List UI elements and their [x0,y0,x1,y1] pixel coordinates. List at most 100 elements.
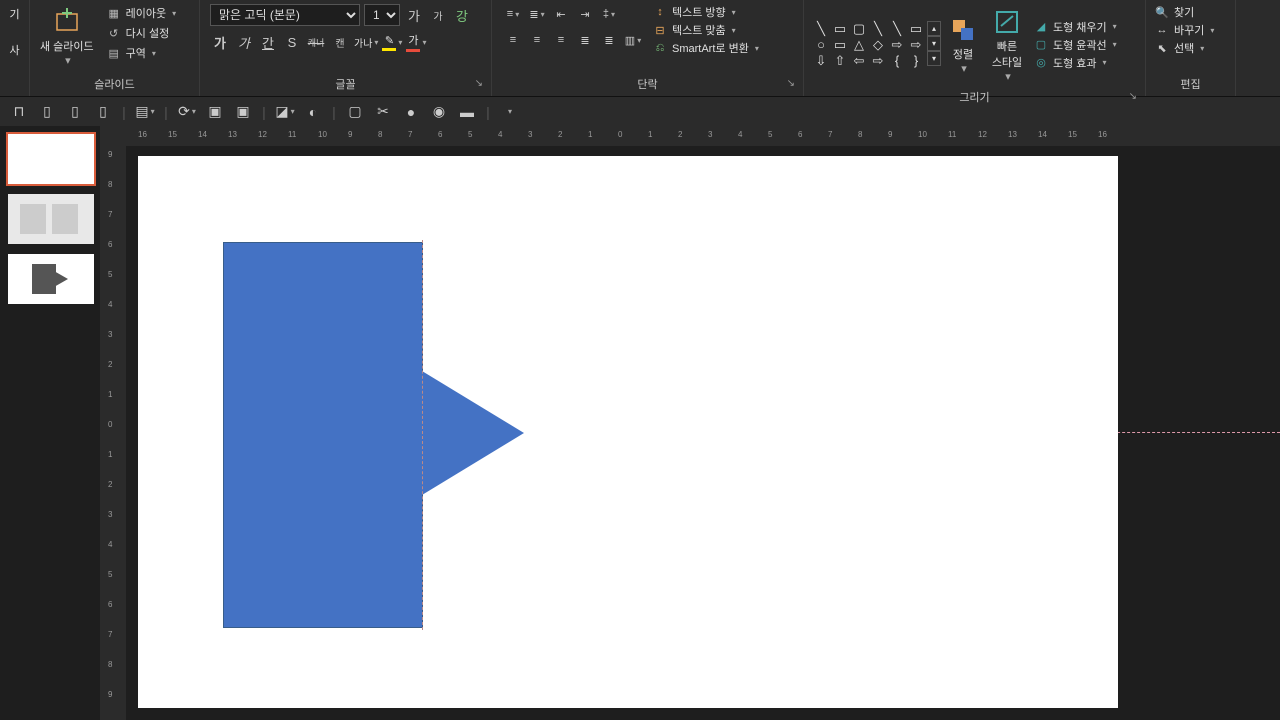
qat-merge[interactable]: ◪▾ [274,101,296,123]
qat-btn[interactable]: ◉ [428,101,450,123]
qat-btn[interactable]: ▣ [232,101,254,123]
draw-dialog-launcher[interactable]: ↘ [1129,91,1137,102]
shape-opt[interactable]: { [888,53,906,69]
clipboard-copy-small[interactable]: 사 [9,42,19,58]
group-label-drawing: 그리기 [959,92,989,104]
increase-indent-button[interactable]: ⇥ [574,4,596,24]
layout-button[interactable]: ▦레이아웃▾ [104,4,179,22]
shape-opt[interactable]: △ [850,37,868,53]
clipboard-paste-small[interactable]: 기 [9,6,19,22]
qat-more[interactable]: ▾ [498,101,520,123]
shape-opt[interactable]: ▭ [907,21,925,37]
shape-opt[interactable]: ⇧ [831,53,849,69]
chevron-down-icon: ▾ [1113,22,1117,31]
shape-opt[interactable]: ⇩ [812,53,830,69]
align-right-button[interactable]: ≡ [550,30,572,50]
smartart-convert-button[interactable]: ⎌SmartArt로 변환▾ [652,40,759,56]
font-size-select[interactable]: 18 [364,4,400,26]
shrink-font-button[interactable]: 가 [428,5,448,25]
chevron-down-icon: ▾ [961,62,967,75]
select-button[interactable]: ⬉선택▾ [1154,40,1214,56]
bullets-button[interactable]: ≡▾ [502,4,524,24]
slide-canvas[interactable] [138,156,1118,708]
shape-opt[interactable]: ╲ [888,21,906,37]
shape-opt[interactable]: ▢ [850,21,868,37]
shape-opt[interactable]: ○ [812,37,830,53]
slide-thumbnail-1[interactable] [8,134,94,184]
bold-button[interactable]: 가 [210,32,230,52]
chevron-down-icon: ▾ [541,10,545,19]
shape-rectangle[interactable] [223,242,423,628]
strike-button[interactable]: 캐너 [306,32,326,52]
qat-crop[interactable]: ✂ [372,101,394,123]
text-direction-button[interactable]: ↕텍스트 방향▾ [652,4,759,20]
reset-button[interactable]: ↺다시 설정 [104,24,179,42]
shape-fill-button[interactable]: ◢도형 채우기▾ [1033,19,1117,35]
decrease-indent-button[interactable]: ⇤ [550,4,572,24]
shape-triangle[interactable] [422,371,524,495]
shape-opt[interactable]: ⇨ [907,37,925,53]
slide-thumbnail-3[interactable] [8,254,94,304]
distribute-button[interactable]: ≣ [598,30,620,50]
align-left-button[interactable]: ≡ [502,30,524,50]
columns-button[interactable]: ▥▾ [622,30,644,50]
align-center-button[interactable]: ≡ [526,30,548,50]
chevron-down-icon: ▾ [732,26,736,35]
align-justify-button[interactable]: ≣ [574,30,596,50]
numbering-button[interactable]: ≣▾ [526,4,548,24]
chevron-down-icon: ▾ [515,10,519,19]
slide-thumbnail-panel[interactable] [0,126,100,720]
font-dialog-launcher[interactable]: ↘ [475,78,483,89]
underline-button[interactable]: 간 [258,32,278,52]
arrange-button[interactable]: 정렬▾ [941,10,985,79]
qat-btn[interactable]: ⊓ [8,101,30,123]
find-button[interactable]: 🔍찾기 [1154,4,1214,20]
slide-thumbnail-2[interactable] [8,194,94,244]
strike2-button[interactable]: 캔 [330,32,350,52]
shapes-gallery[interactable]: ╲▭▢╲╲▭ ○▭△◇⇨⇨ ⇩⇧⇦⇨{} [812,21,925,69]
shape-opt[interactable]: ▭ [831,21,849,37]
quick-styles-button[interactable]: 빠른 스타일▾ [985,2,1029,87]
font-color-button[interactable]: 가 ▾ [406,32,426,52]
qat-btn[interactable]: ▬ [456,101,478,123]
shape-effects-button[interactable]: ◎도형 효과▾ [1033,55,1117,71]
shape-opt[interactable]: ╲ [869,21,887,37]
qat-btn[interactable]: ▯ [92,101,114,123]
qat-btn[interactable]: ▣ [204,101,226,123]
text-align-button[interactable]: ⊟텍스트 맞춤▾ [652,22,759,38]
shadow-button[interactable]: S [282,32,302,52]
gallery-up[interactable]: ▴ [927,21,941,36]
new-slide-button[interactable]: 새 슬라이드 ▾ [34,2,100,71]
para-dialog-launcher[interactable]: ↘ [787,78,795,89]
shape-opt[interactable]: ⇦ [850,53,868,69]
grow-font-button[interactable]: 가 [404,5,424,25]
replace-icon: ↔ [1154,22,1170,38]
line-spacing-button[interactable]: ‡▾ [598,4,620,24]
vertical-guide [422,240,423,630]
qat-btn[interactable]: ◐ [302,101,324,123]
clear-format-button[interactable]: 강 [452,5,472,25]
section-button[interactable]: ▤구역▾ [104,44,179,62]
qat-align[interactable]: ▤▾ [134,101,156,123]
qat-btn[interactable]: ● [400,101,422,123]
char-spacing-button[interactable]: 가나▾ [354,35,378,50]
gallery-down[interactable]: ▾ [927,36,941,51]
highlight-color-button[interactable]: ✎ ▾ [382,34,402,51]
shape-opt[interactable]: ⇨ [888,37,906,53]
gallery-more[interactable]: ▾ [927,51,941,66]
shape-opt[interactable]: ╲ [812,21,830,37]
shape-opt[interactable]: ▭ [831,37,849,53]
canvas-area[interactable]: 1615141312111098765432101234567891011121… [126,126,1280,720]
shape-opt[interactable]: ◇ [869,37,887,53]
qat-btn[interactable]: ▯ [36,101,58,123]
qat-btn[interactable]: ▢ [344,101,366,123]
font-name-select[interactable]: 맑은 고딕 (본문) [210,4,360,26]
qat-btn[interactable]: ▯ [64,101,86,123]
shape-opt[interactable]: } [907,53,925,69]
shape-opt[interactable]: ⇨ [869,53,887,69]
italic-button[interactable]: 가 [234,32,254,52]
shape-outline-button[interactable]: ▢도형 윤곽선▾ [1033,37,1117,53]
chevron-down-icon: ▾ [152,49,156,58]
qat-rotate[interactable]: ⟳▾ [176,101,198,123]
replace-button[interactable]: ↔바꾸기▾ [1154,22,1214,38]
